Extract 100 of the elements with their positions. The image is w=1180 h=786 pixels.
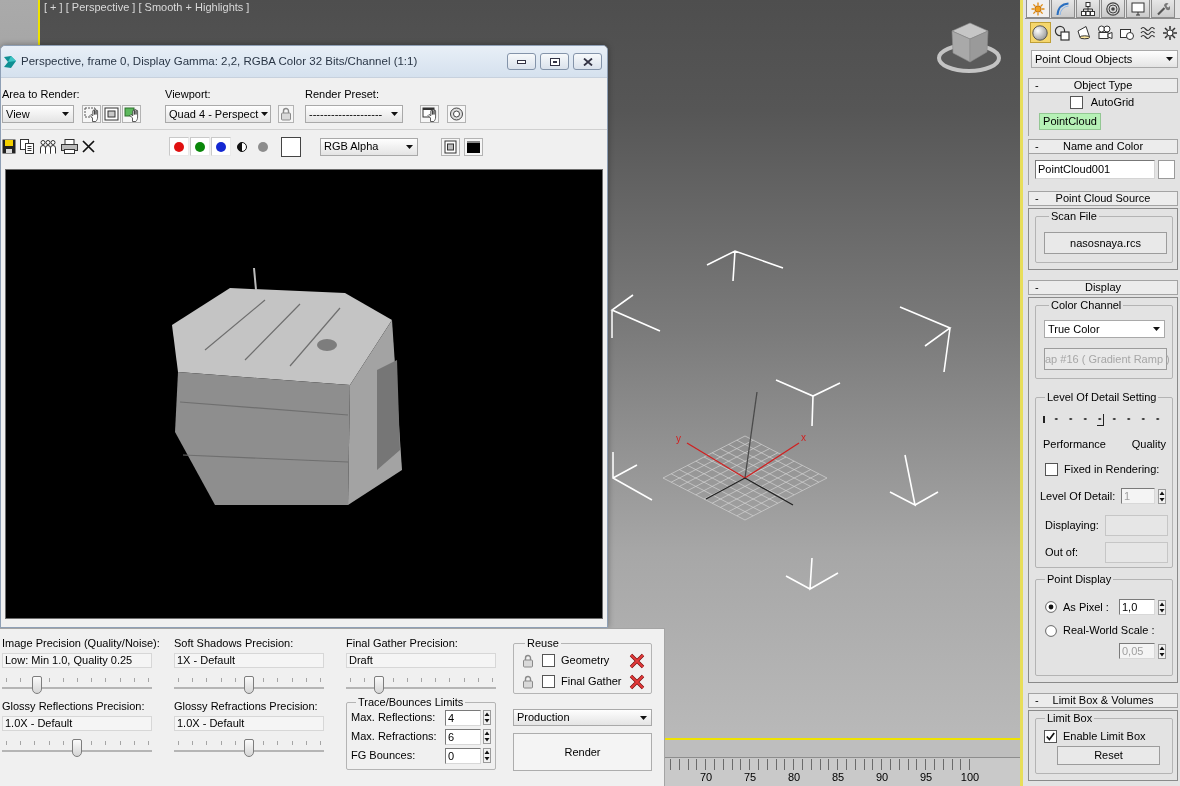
- people-icon[interactable]: [39, 139, 57, 154]
- frame-number: 75: [743, 771, 757, 785]
- window-title: Perspective, frame 0, Display Gamma: 2,2, RGBA Color 32 Bits/Channel (1:1): [21, 55, 418, 68]
- category-dropdown[interactable]: Point Cloud Objects: [1031, 50, 1178, 68]
- collapse-toggle[interactable]: -: [1029, 694, 1047, 707]
- copy-icon[interactable]: [20, 139, 35, 154]
- radio-label: As Pixel :: [1063, 600, 1109, 614]
- render-button[interactable]: Render: [513, 733, 652, 771]
- axis-label: y: [676, 433, 681, 444]
- number-field[interactable]: 0: [445, 747, 481, 764]
- readout-field: [1105, 542, 1168, 563]
- number-field[interactable]: 6: [445, 728, 481, 745]
- rollout-title: Point Cloud Source: [1055, 192, 1151, 205]
- caret-icon: [406, 144, 413, 149]
- cube-hand-icon[interactable]: [122, 105, 141, 123]
- spinner-arrows-icon[interactable]: [483, 729, 491, 744]
- spinner-arrows-icon[interactable]: [1158, 599, 1166, 615]
- preset-dropdown[interactable]: Production: [513, 709, 652, 726]
- view-cube[interactable]: [937, 22, 1001, 73]
- checkbox-label: Final Gather: [561, 675, 622, 688]
- group-label: Reuse: [526, 637, 560, 649]
- radio-button[interactable]: [1045, 624, 1057, 637]
- collapse-toggle[interactable]: -: [1029, 192, 1047, 205]
- rollout-title: Name and Color: [1062, 140, 1144, 153]
- slider-thumb[interactable]: [374, 676, 384, 694]
- restore-button[interactable]: [540, 53, 569, 70]
- x-icon[interactable]: [629, 673, 645, 690]
- window-icon[interactable]: [441, 137, 460, 156]
- group-label: Trace/Bounces Limits: [357, 696, 465, 708]
- viewport-label[interactable]: [ + ] [ Perspective ] [ Smooth + Highlights ]: [44, 1, 250, 14]
- field-label: Max. Refractions:: [351, 730, 437, 743]
- frame-number: 95: [919, 771, 933, 785]
- lock-icon[interactable]: [278, 105, 294, 123]
- color-channel-dropdown[interactable]: True Color: [1044, 320, 1165, 338]
- radio-button[interactable]: [1045, 601, 1057, 613]
- value-field: 1.0X - Default: [174, 716, 324, 731]
- collapse-toggle[interactable]: -: [1029, 79, 1047, 92]
- slider-thumb[interactable]: [31, 676, 42, 694]
- save-icon[interactable]: [2, 139, 16, 154]
- axis-label: x: [801, 432, 806, 443]
- radio-label: Real-World Scale :: [1063, 624, 1155, 637]
- x-icon[interactable]: [82, 140, 95, 153]
- field-label: Area to Render:: [2, 88, 80, 101]
- reset-button[interactable]: Reset: [1057, 746, 1160, 765]
- group-label: Limit Box: [1046, 712, 1094, 724]
- frame-number: 100: [960, 771, 980, 785]
- slider-thumb[interactable]: [244, 676, 254, 694]
- slider-thumb[interactable]: [1096, 414, 1104, 426]
- rings-icon[interactable]: [447, 105, 466, 123]
- slider-thumb[interactable]: [244, 739, 254, 757]
- checkbox[interactable]: [1045, 463, 1058, 476]
- frame-number: 85: [831, 771, 845, 785]
- viewport-dropdown[interactable]: Quad 4 - Perspect: [165, 105, 271, 123]
- checkbox[interactable]: [542, 654, 555, 667]
- close-button[interactable]: [573, 53, 602, 70]
- arc-icon: [1056, 1, 1070, 16]
- panel-tab[interactable]: [1151, 0, 1175, 18]
- timeline-ruler[interactable]: 70 75 80 85 90 95 100: [665, 757, 1020, 786]
- checkbox-label: Fixed in Rendering:: [1064, 463, 1160, 476]
- collapse-toggle[interactable]: -: [1029, 281, 1047, 294]
- channel-dropdown[interactable]: RGB Alpha: [320, 137, 418, 156]
- collapse-toggle[interactable]: -: [1029, 140, 1047, 153]
- panel-tab[interactable]: [1076, 0, 1100, 18]
- preset-dropdown[interactable]: --------------------: [305, 105, 403, 123]
- field-label: Glossy Refractions Precision:: [174, 700, 318, 713]
- field-label: FG Bounces:: [351, 749, 416, 762]
- minimize-button[interactable]: [507, 53, 536, 70]
- spinner-arrows-icon[interactable]: [1158, 643, 1166, 659]
- panel-tab[interactable]: [1101, 0, 1125, 18]
- slider-thumb[interactable]: [72, 739, 82, 757]
- group-label: Level Of Detail Setting: [1046, 391, 1158, 403]
- gear-icon: [1161, 24, 1178, 41]
- nested-frame-icon[interactable]: [102, 105, 121, 123]
- filled-window-icon[interactable]: [464, 137, 483, 156]
- checkbox[interactable]: [542, 675, 555, 688]
- rollout-title: Object Type: [1073, 79, 1133, 92]
- value-field: Low: Min 1.0, Quality 0.25: [2, 653, 152, 668]
- half-circle-icon: [237, 141, 247, 152]
- x-icon[interactable]: [629, 652, 645, 669]
- number-field[interactable]: 1,0: [1119, 599, 1155, 615]
- object-type-button[interactable]: PointCloud: [1039, 113, 1101, 130]
- field-label: Viewport:: [165, 88, 211, 101]
- number-field[interactable]: 4: [445, 709, 481, 726]
- file-button[interactable]: nasosnaya.rcs: [1044, 232, 1167, 254]
- color-swatch[interactable]: [1158, 160, 1175, 179]
- camera-icon: [1097, 24, 1113, 41]
- print-icon[interactable]: [61, 139, 78, 154]
- spinner-arrows-icon[interactable]: [483, 748, 491, 763]
- spinner-arrows-icon[interactable]: [483, 710, 491, 725]
- checkbox[interactable]: [1069, 95, 1083, 109]
- area-dropdown[interactable]: View: [2, 105, 74, 123]
- spinner-arrows-icon[interactable]: [1158, 488, 1166, 504]
- window-hand-icon[interactable]: [420, 105, 439, 123]
- name-field[interactable]: PointCloud001: [1035, 160, 1156, 179]
- frame-number: 80: [787, 771, 801, 785]
- hand-frame-icon[interactable]: [82, 105, 101, 123]
- readout-field: [1105, 515, 1168, 536]
- color-swatch[interactable]: [281, 136, 301, 157]
- checkbox[interactable]: [1044, 730, 1057, 743]
- restore-icon: [549, 57, 560, 66]
